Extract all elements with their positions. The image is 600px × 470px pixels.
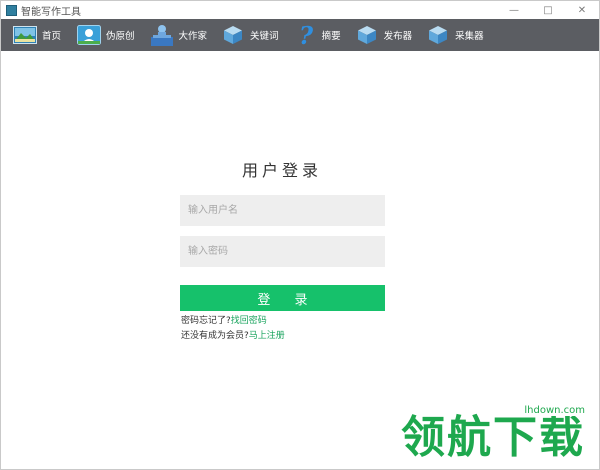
home-landscape-icon: [13, 23, 37, 47]
cube-icon: [221, 23, 245, 47]
maximize-button[interactable]: □: [531, 1, 565, 19]
cube-icon: [426, 23, 450, 47]
forgot-password-text: 密码忘记了?: [181, 316, 231, 326]
toolbar-label-home: 首页: [42, 31, 62, 42]
app-icon: [6, 4, 17, 16]
watermark-domain: lhdown.com: [522, 405, 587, 416]
toolbar-item-rewrite[interactable]: 伪原创: [77, 19, 135, 51]
register-line: 还没有成为会员?马上注册: [181, 328, 285, 341]
toolbar-item-writer[interactable]: 大作家: [150, 19, 208, 51]
toolbar-label-writer: 大作家: [178, 31, 208, 42]
title-bar[interactable]: 智能写作工具 — □ ✕: [1, 1, 599, 19]
toolbar-item-keywords[interactable]: 关键词: [221, 19, 279, 51]
toolbar-item-publisher[interactable]: 发布器: [355, 19, 413, 51]
login-title: 用户登录: [241, 161, 322, 180]
toolbar-item-collector[interactable]: 采集器: [426, 19, 484, 51]
toolbar-label-summary: 摘要: [321, 31, 341, 42]
cube-icon: [355, 23, 379, 47]
question-mark-icon: ?: [293, 23, 317, 47]
toolbar-label-publisher: 发布器: [383, 31, 413, 42]
toolbar-label-collector: 采集器: [455, 31, 484, 42]
username-input[interactable]: [180, 195, 385, 226]
minimize-button[interactable]: —: [497, 1, 531, 19]
watermark: 领航下载 lhdown.com: [401, 405, 591, 465]
forgot-password-line: 密码忘记了?找回密码: [181, 313, 267, 326]
toolbar-label-rewrite: 伪原创: [106, 31, 135, 42]
svg-text:?: ?: [299, 23, 314, 47]
user-card-icon: [77, 23, 102, 47]
window-title: 智能写作工具: [21, 6, 81, 18]
register-text: 还没有成为会员?: [181, 331, 249, 341]
login-button[interactable]: 登 录: [180, 285, 385, 311]
toolbar-item-summary[interactable]: ? 摘要: [293, 19, 341, 51]
app-window: 智能写作工具 — □ ✕ 首页 伪原创 大作家 关键词 ? 摘要 发布器 采集器…: [0, 0, 600, 470]
forgot-password-link[interactable]: 找回密码: [231, 316, 267, 326]
toolbar-label-keywords: 关键词: [250, 31, 279, 42]
toolbar-item-home[interactable]: 首页: [13, 19, 61, 51]
close-button[interactable]: ✕: [565, 1, 599, 19]
password-input[interactable]: [180, 236, 385, 267]
window-controls: — □ ✕: [497, 1, 599, 19]
writer-books-icon: [150, 23, 174, 47]
register-link[interactable]: 马上注册: [249, 331, 285, 341]
toolbar: 首页 伪原创 大作家 关键词 ? 摘要 发布器 采集器: [1, 19, 599, 51]
